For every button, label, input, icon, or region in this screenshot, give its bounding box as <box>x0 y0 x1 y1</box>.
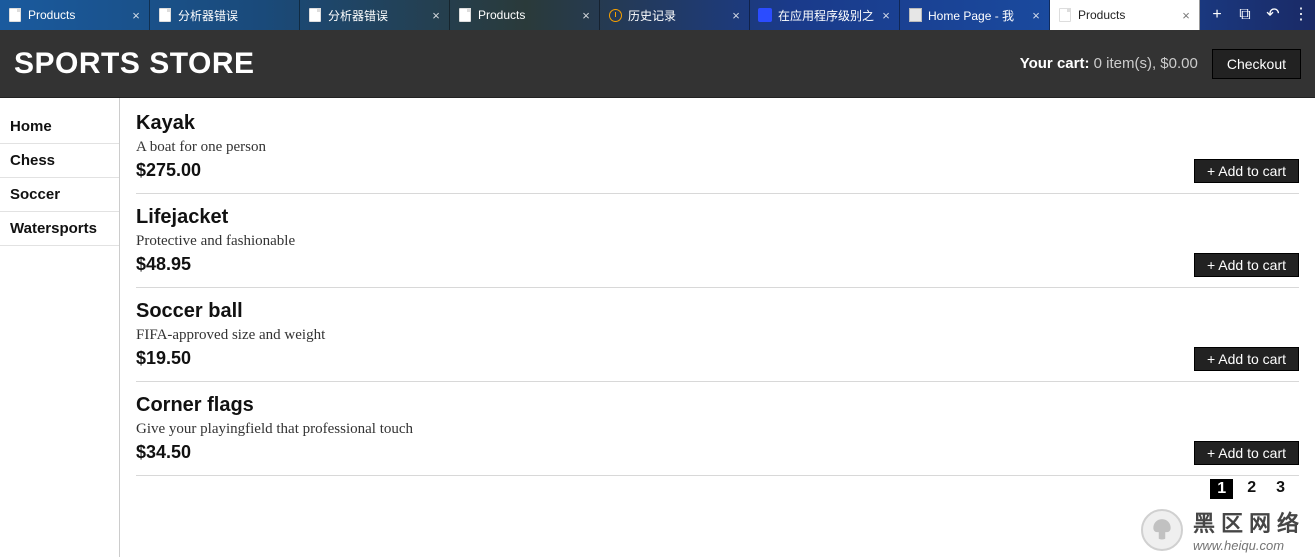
tab-close-icon[interactable] <box>279 8 293 23</box>
tab-label: Products <box>478 8 579 22</box>
product-price: $19.50 <box>136 348 1299 369</box>
product-price: $48.95 <box>136 254 1299 275</box>
tab-label: 在应用程序级别之 <box>778 7 879 24</box>
tab-close-icon[interactable]: × <box>1179 8 1193 23</box>
page-link-3[interactable]: 3 <box>1270 479 1291 499</box>
tab-close-icon[interactable]: × <box>879 8 893 23</box>
browser-tab-2[interactable]: 分析器错误 × <box>300 0 450 30</box>
back-button[interactable]: ↶ <box>1259 0 1287 30</box>
tab-label: Home Page - 我 <box>928 7 1029 24</box>
category-sidebar: Home Chess Soccer Watersports <box>0 98 120 557</box>
browser-tab-3[interactable]: Products × <box>450 0 600 30</box>
product-name: Lifejacket <box>136 206 1299 229</box>
brand-title: SPORTS STORE <box>14 47 255 81</box>
site-header: SPORTS STORE Your cart: 0 item(s), $0.00… <box>0 30 1315 98</box>
product-row: Corner flags Give your playingfield that… <box>136 394 1299 476</box>
more-button[interactable]: ⋮ <box>1287 0 1315 30</box>
watermark-icon <box>1141 509 1183 551</box>
pagination: 1 2 3 <box>1210 479 1291 499</box>
browser-tab-5[interactable]: 在应用程序级别之 × <box>750 0 900 30</box>
tab-close-icon[interactable]: × <box>729 8 743 23</box>
tab-close-icon[interactable]: × <box>129 8 143 23</box>
page-icon <box>1058 8 1072 22</box>
page-icon <box>458 8 472 22</box>
browser-tab-1[interactable]: 分析器错误 <box>150 0 300 30</box>
page-link-2[interactable]: 2 <box>1241 479 1262 499</box>
tab-close-icon[interactable]: × <box>429 8 443 23</box>
app-icon <box>758 8 772 22</box>
cart-label: Your cart: <box>1020 55 1090 72</box>
product-name: Kayak <box>136 112 1299 135</box>
page-icon <box>308 8 322 22</box>
browser-tab-4[interactable]: 历史记录 × <box>600 0 750 30</box>
browser-tabstrip: Products × 分析器错误 分析器错误 × Products × 历史记录… <box>0 0 1315 30</box>
product-row: Kayak A boat for one person $275.00 + Ad… <box>136 112 1299 194</box>
product-name: Corner flags <box>136 394 1299 417</box>
page-icon <box>158 8 172 22</box>
watermark-text: 黑区网络 www.heiqu.com <box>1193 506 1305 553</box>
cart-area: Your cart: 0 item(s), $0.00 Checkout <box>1020 49 1301 79</box>
tab-close-icon[interactable]: × <box>579 8 593 23</box>
browser-tab-7[interactable]: Products × <box>1050 0 1200 30</box>
tab-label: 历史记录 <box>628 7 729 24</box>
tab-label: 分析器错误 <box>328 7 429 24</box>
tab-close-icon[interactable]: × <box>1029 8 1043 23</box>
add-to-cart-button[interactable]: + Add to cart <box>1194 253 1299 277</box>
browser-tab-6[interactable]: Home Page - 我 × <box>900 0 1050 30</box>
product-description: FIFA-approved size and weight <box>136 327 1299 344</box>
product-price: $34.50 <box>136 442 1299 463</box>
tab-label: Products <box>28 8 129 22</box>
add-to-cart-button[interactable]: + Add to cart <box>1194 159 1299 183</box>
add-to-cart-button[interactable]: + Add to cart <box>1194 347 1299 371</box>
product-description: A boat for one person <box>136 139 1299 156</box>
tab-label: 分析器错误 <box>178 7 279 24</box>
cart-summary: Your cart: 0 item(s), $0.00 <box>1020 55 1198 72</box>
product-name: Soccer ball <box>136 300 1299 323</box>
sidebar-item-soccer[interactable]: Soccer <box>0 178 119 212</box>
watermark-title: 黑区网络 <box>1193 506 1305 538</box>
tab-label: Products <box>1078 8 1179 22</box>
tabstrip-actions: + ⧉ ↶ ⋮ <box>1203 0 1315 30</box>
cart-items: 0 item(s), $0.00 <box>1094 55 1198 72</box>
new-tab-button[interactable]: + <box>1203 0 1231 30</box>
content: Home Chess Soccer Watersports Kayak A bo… <box>0 98 1315 557</box>
product-description: Protective and fashionable <box>136 233 1299 250</box>
page-link-1[interactable]: 1 <box>1210 479 1233 499</box>
product-row: Lifejacket Protective and fashionable $4… <box>136 206 1299 288</box>
browser-tab-0[interactable]: Products × <box>0 0 150 30</box>
checkout-button[interactable]: Checkout <box>1212 49 1301 79</box>
page-icon <box>8 8 22 22</box>
sidebar-item-home[interactable]: Home <box>0 110 119 144</box>
add-to-cart-button[interactable]: + Add to cart <box>1194 441 1299 465</box>
watermark-url: www.heiqu.com <box>1193 538 1305 553</box>
clock-icon <box>608 8 622 22</box>
product-row: Soccer ball FIFA-approved size and weigh… <box>136 300 1299 382</box>
home-icon <box>908 8 922 22</box>
sidebar-item-watersports[interactable]: Watersports <box>0 212 119 246</box>
product-price: $275.00 <box>136 160 1299 181</box>
product-description: Give your playingfield that professional… <box>136 421 1299 438</box>
all-tabs-button[interactable]: ⧉ <box>1231 0 1259 30</box>
product-list: Kayak A boat for one person $275.00 + Ad… <box>120 98 1315 557</box>
watermark: 黑区网络 www.heiqu.com <box>1141 506 1305 553</box>
sidebar-item-chess[interactable]: Chess <box>0 144 119 178</box>
